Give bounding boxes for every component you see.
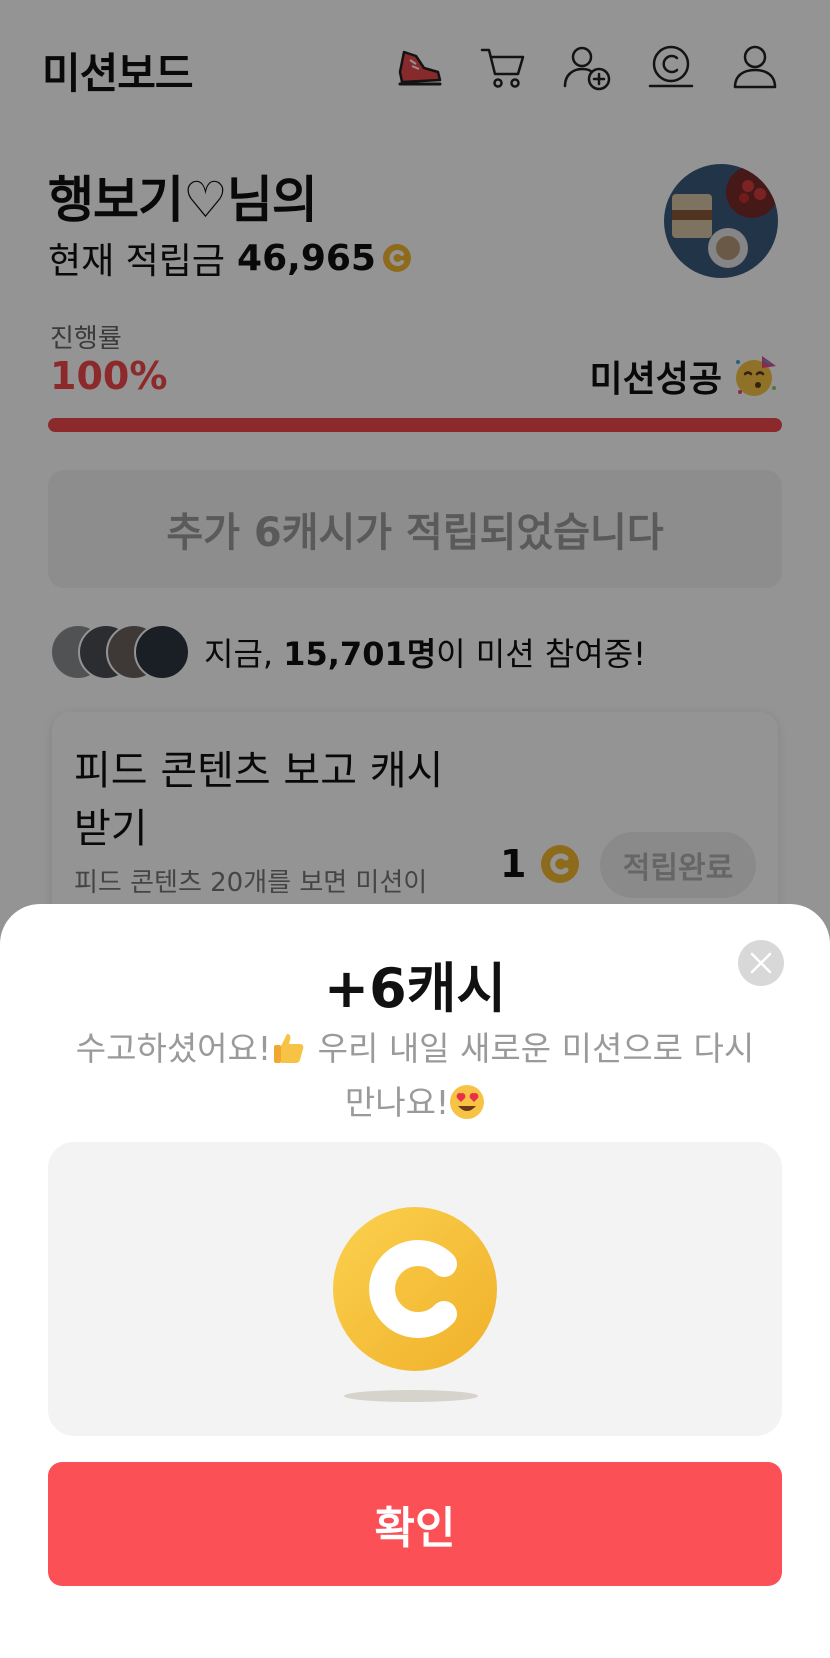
reward-title: +6캐시 bbox=[323, 957, 507, 1020]
reward-message-part1: 수고하셨어요! bbox=[75, 1029, 272, 1068]
coin-panel bbox=[48, 1142, 782, 1436]
heart-eyes-icon bbox=[450, 1085, 485, 1119]
reward-message-part2: 우리 내일 새로운 미션으로 다시 만나요! bbox=[307, 1029, 755, 1122]
coin-shadow bbox=[344, 1390, 478, 1402]
reward-sheet: +6캐시 수고하셨어요! 우리 내일 새로운 미션으로 다시 만나요! 확인 bbox=[0, 904, 830, 1658]
thumbs-up-icon bbox=[274, 1034, 304, 1063]
confirm-button[interactable]: 확인 bbox=[48, 1462, 782, 1586]
reward-message: 수고하셨어요! 우리 내일 새로운 미션으로 다시 만나요! bbox=[60, 1022, 770, 1130]
cash-coin-icon bbox=[333, 1207, 497, 1371]
